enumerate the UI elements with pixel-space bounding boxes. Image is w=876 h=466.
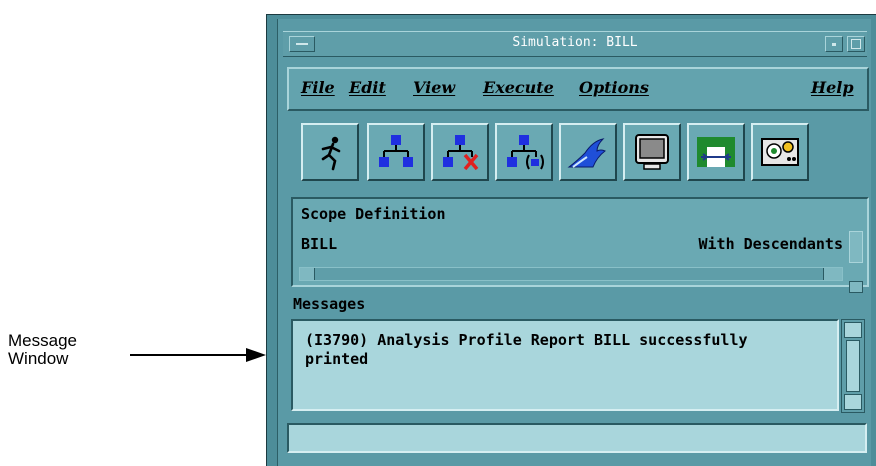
pane-sash-handle[interactable] bbox=[849, 281, 863, 293]
scroll-thumb[interactable] bbox=[846, 340, 860, 392]
monitor-button[interactable] bbox=[623, 123, 681, 181]
scroll-left-arrow-icon[interactable] bbox=[300, 268, 315, 280]
menu-options[interactable]: Options bbox=[579, 78, 649, 97]
scope-title: Scope Definition bbox=[301, 205, 446, 223]
menu-help[interactable]: Help bbox=[811, 78, 854, 97]
menu-file[interactable]: File bbox=[301, 78, 335, 97]
messages-label: Messages bbox=[293, 295, 366, 313]
simulation-window: Simulation: BILL File Edit View Execute … bbox=[266, 14, 876, 466]
scope-definition-panel: Scope Definition BILL With Descendants bbox=[291, 197, 869, 287]
scope-mode[interactable]: With Descendants bbox=[699, 235, 844, 253]
message-vertical-scrollbar[interactable] bbox=[841, 319, 865, 413]
scope-name[interactable]: BILL bbox=[301, 235, 337, 253]
toolbar bbox=[287, 115, 865, 191]
menu-edit[interactable]: Edit bbox=[349, 78, 386, 97]
title-bar[interactable]: Simulation: BILL bbox=[283, 31, 867, 57]
breakpoint-panel-button[interactable] bbox=[687, 123, 745, 181]
instrument-button[interactable] bbox=[751, 123, 809, 181]
panel-arrows-icon bbox=[697, 137, 735, 167]
annotation-arrow-line bbox=[130, 354, 250, 356]
hierarchy-scope-button[interactable] bbox=[495, 123, 553, 181]
message-window[interactable]: (I3790) Analysis Profile Report BILL suc… bbox=[291, 319, 839, 411]
scope-horizontal-scrollbar[interactable] bbox=[299, 267, 843, 281]
hierarchy-icon bbox=[379, 135, 413, 167]
instrument-icon bbox=[761, 138, 799, 166]
window-frame-top[interactable] bbox=[277, 15, 876, 19]
annotation-line2: Window bbox=[8, 349, 69, 368]
annotation-line1: Message bbox=[8, 331, 77, 350]
hierarchy-paren-icon bbox=[507, 135, 544, 170]
wave-icon bbox=[567, 138, 606, 168]
monitor-icon bbox=[635, 134, 669, 170]
minimize-button[interactable] bbox=[825, 36, 843, 52]
hierarchy-button[interactable] bbox=[367, 123, 425, 181]
scroll-right-arrow-icon[interactable] bbox=[823, 268, 842, 280]
menu-view[interactable]: View bbox=[413, 78, 455, 97]
window-frame-right[interactable] bbox=[871, 15, 876, 466]
running-man-icon bbox=[321, 136, 341, 171]
message-window-annotation: Message Window bbox=[8, 332, 77, 368]
message-text: (I3790) Analysis Profile Report BILL suc… bbox=[305, 331, 748, 368]
menu-bar: File Edit View Execute Options Help bbox=[287, 67, 869, 111]
scroll-down-arrow-icon[interactable] bbox=[844, 394, 862, 410]
status-bar bbox=[287, 423, 867, 453]
menu-execute[interactable]: Execute bbox=[483, 78, 554, 97]
waveform-button[interactable] bbox=[559, 123, 617, 181]
run-button[interactable] bbox=[301, 123, 359, 181]
window-frame-left[interactable] bbox=[267, 15, 278, 466]
window-title: Simulation: BILL bbox=[512, 35, 638, 50]
scope-vertical-scrollbar[interactable] bbox=[849, 231, 863, 263]
hierarchy-delete-icon bbox=[443, 135, 479, 171]
hierarchy-delete-button[interactable] bbox=[431, 123, 489, 181]
scroll-up-arrow-icon[interactable] bbox=[844, 322, 862, 338]
maximize-button[interactable] bbox=[847, 36, 865, 52]
annotation-arrow-head-icon bbox=[246, 348, 266, 362]
